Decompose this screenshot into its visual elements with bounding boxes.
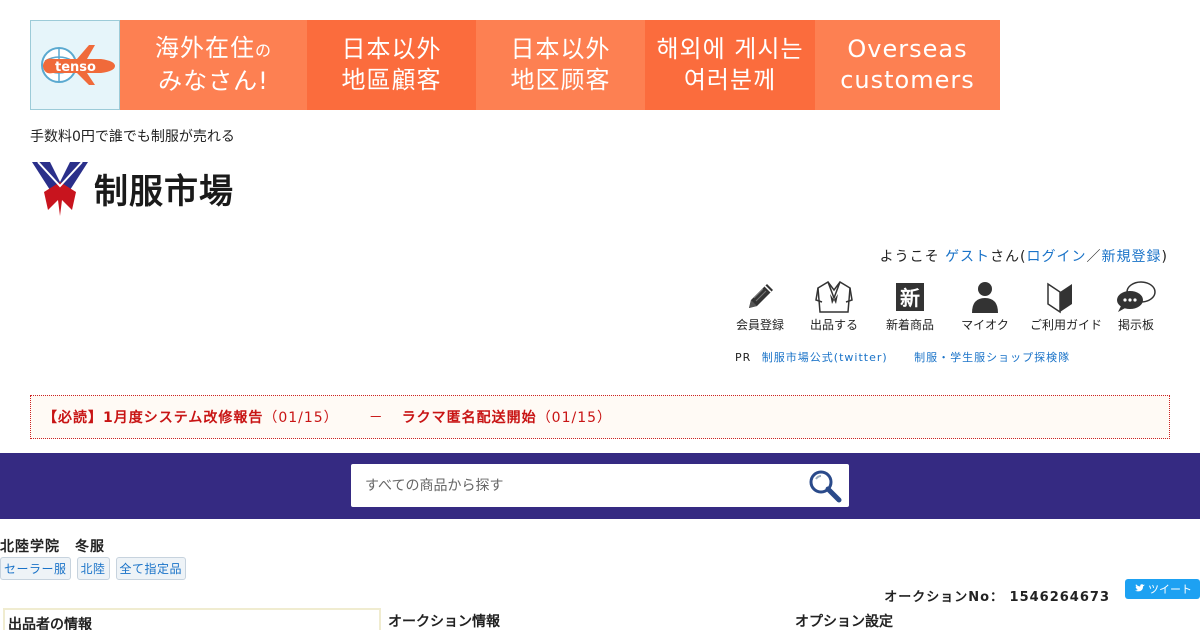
item-title: 北陸学院 冬服 xyxy=(0,539,105,555)
notice-bar: 【必読】1月度システム改修報告 （01/15） － ラクマ匿名配送開始 （01/… xyxy=(30,395,1170,439)
notice-link-rakuma[interactable]: ラクマ匿名配送開始 xyxy=(402,407,537,427)
svg-text:tenso: tenso xyxy=(55,60,96,75)
airplane-icon: tenso xyxy=(41,45,115,85)
overseas-banner[interactable]: tenso 海外在住の みなさん! 日本以外 地區顧客 日本以外 地区顾客 해외에 게… xyxy=(30,20,1000,110)
guest-link[interactable]: ゲスト xyxy=(945,249,990,265)
tag-hokuriku[interactable]: 北陸 xyxy=(76,557,110,580)
site-logo[interactable]: 制服市場 xyxy=(30,160,234,216)
notice-link-system-report[interactable]: 【必読】1月度システム改修報告 xyxy=(43,407,263,427)
tagline: 手数料0円で誰でも制服が売れる xyxy=(30,129,235,145)
banner-cell-zh-cn[interactable]: 日本以外 地区顾客 xyxy=(476,20,645,110)
pr-link-shop-explorer[interactable]: 制服・学生服ショップ探検隊 xyxy=(914,351,1070,364)
option-settings-heading: オプション設定 xyxy=(795,614,893,630)
search-icon[interactable] xyxy=(807,468,843,504)
new-badge-icon: 新 xyxy=(896,283,924,311)
sailor-uniform-icon xyxy=(815,281,853,313)
banner-cell-en[interactable]: Overseas customers xyxy=(815,20,1000,110)
banner-cell-ko[interactable]: 해외에 게시는 여러분께 xyxy=(645,20,815,110)
register-link[interactable]: 新規登録 xyxy=(1102,249,1162,265)
search-input[interactable] xyxy=(351,464,791,507)
item-tags: セーラー服 北陸 全て指定品 xyxy=(0,557,187,580)
login-link[interactable]: ログイン xyxy=(1027,249,1087,265)
pr-link-twitter[interactable]: 制服市場公式(twitter) xyxy=(762,351,888,364)
seller-info-heading: 出品者の情報 xyxy=(3,608,381,630)
site-title: 制服市場 xyxy=(94,171,234,212)
person-icon xyxy=(972,282,998,313)
auction-number: オークションNo： 1546264673 xyxy=(884,590,1110,605)
chat-bubbles-icon xyxy=(1117,281,1156,312)
banner-cell-zh-tw[interactable]: 日本以外 地區顧客 xyxy=(307,20,476,110)
twitter-bird-icon xyxy=(1134,584,1145,592)
tag-sailor[interactable]: セーラー服 xyxy=(0,557,71,580)
beginner-mark-icon xyxy=(1047,282,1072,314)
banner-cell-ja[interactable]: 海外在住の みなさん! xyxy=(120,20,307,110)
nav-forum[interactable]: 掲示板 xyxy=(1106,280,1166,333)
auction-info-heading: オークション情報 xyxy=(388,614,500,630)
nav-guide[interactable]: ご利用ガイド xyxy=(1030,280,1102,333)
search-bar xyxy=(0,453,1200,519)
pencil-icon xyxy=(749,284,773,308)
tenso-logo: tenso xyxy=(30,20,120,110)
icon-nav: 会員登録 出品する 新 新着商品 マイオク ご利用ガイド 掲示板 xyxy=(730,280,1170,336)
tweet-button[interactable]: ツイート xyxy=(1125,579,1200,599)
nav-new-items[interactable]: 新 新着商品 xyxy=(880,280,940,333)
svg-text:新: 新 xyxy=(900,286,920,310)
tag-all-designated[interactable]: 全て指定品 xyxy=(115,557,187,580)
nav-my-auction[interactable]: マイオク xyxy=(955,280,1015,333)
pr-links: PR 制服市場公式(twitter) 制服・学生服ショップ探検隊 xyxy=(735,351,1071,364)
search-box xyxy=(351,464,849,507)
ribbon-logo-icon xyxy=(32,161,88,216)
nav-sell[interactable]: 出品する xyxy=(804,280,864,333)
nav-member-register[interactable]: 会員登録 xyxy=(730,280,790,333)
welcome-message: ようこそ ゲストさん(ログイン／新規登録) xyxy=(879,249,1168,265)
